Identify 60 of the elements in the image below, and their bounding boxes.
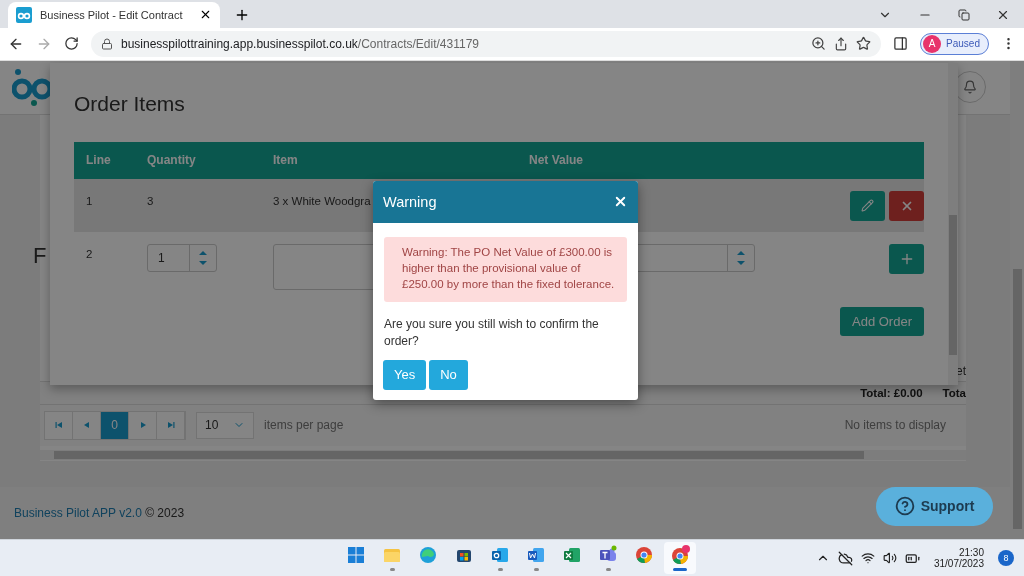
chrome-icon [670, 545, 690, 566]
next-icon [166, 421, 175, 430]
warning-message: Warning: The PO Net Value of £300.00 is higher than the provisional value of £250.00 by more than the fixed tolerance. [384, 236, 627, 302]
clock-date: 31/07/2023 [933, 558, 984, 570]
total-text: Tota [942, 386, 966, 399]
delete-button[interactable] [889, 190, 924, 221]
table-cell-text: 2 [86, 246, 93, 260]
address-bar[interactable]: businesspilottraining.app.businesspilot.co.uk/Contracts/Edit/431179 [91, 30, 882, 57]
profile-button[interactable]: A Paused [920, 32, 989, 55]
clock-time: 21:30 [958, 547, 984, 559]
page-size-label: items per page [264, 418, 344, 433]
taskbar-app[interactable] [664, 542, 696, 575]
logo-icon [12, 67, 52, 108]
next-icon [138, 421, 147, 430]
browser-tab[interactable]: Business Pilot - Edit Contract [8, 1, 220, 28]
avatar: A [923, 34, 942, 53]
column-header: Item [273, 153, 299, 168]
dialog-scrollbar[interactable] [948, 62, 958, 385]
quantity-field[interactable]: 1 [147, 243, 217, 272]
profile-status: Paused [946, 38, 980, 50]
chrome-icon [634, 545, 654, 566]
wifi-icon[interactable] [860, 551, 875, 566]
total-text: Total: £0.00 [860, 386, 923, 399]
pager-status: No items to display [844, 418, 947, 433]
cloud-icon[interactable] [837, 550, 853, 566]
bell-icon [963, 80, 977, 95]
share-icon[interactable] [834, 36, 849, 51]
no-button[interactable]: No [429, 359, 468, 390]
column-header: Line [86, 153, 112, 168]
dialog-title: Warning [383, 193, 437, 210]
reload-icon[interactable] [64, 36, 79, 52]
lock-icon [101, 37, 113, 50]
notification-badge[interactable]: 8 [998, 550, 1014, 567]
browser-icon [418, 545, 438, 566]
footer-text: Business Pilot APP v2.0 © 2023 [14, 506, 185, 521]
previous-icon [82, 421, 91, 430]
table-cell-text: 3 [147, 193, 154, 207]
page-size-select[interactable]: 10 [196, 411, 254, 439]
star-icon[interactable] [856, 36, 872, 52]
help-icon [894, 496, 915, 517]
restore-icon[interactable] [958, 8, 970, 21]
table-cell-text: 3 x White Woodgra [273, 193, 371, 207]
dialog-title: Order Items [74, 91, 186, 116]
page-button[interactable]: 0 [101, 411, 129, 439]
tab-title: Business Pilot - Edit Contract [40, 8, 184, 21]
site-logo-icon [16, 6, 32, 23]
url-text: businesspilottraining.app.businesspilot.co.uk/Contracts/Edit/431179 [121, 36, 480, 51]
column-header: Net Value [529, 153, 585, 168]
confirm-question: Are you sure you still wish to confirm the order? [384, 315, 600, 350]
table-cell-text: 1 [86, 193, 93, 207]
pencil-icon [861, 199, 874, 213]
section-heading: F [33, 242, 47, 269]
column-header: Quantity [147, 153, 197, 168]
footer-link[interactable]: Business Pilot APP v2.0 [14, 506, 142, 521]
volume-icon[interactable] [882, 551, 897, 566]
side-panel-icon[interactable] [893, 36, 909, 52]
windows-icon [346, 545, 366, 566]
previous-icon [54, 421, 63, 430]
yes-button[interactable]: Yes [383, 359, 427, 390]
zoom-icon[interactable] [811, 36, 827, 52]
